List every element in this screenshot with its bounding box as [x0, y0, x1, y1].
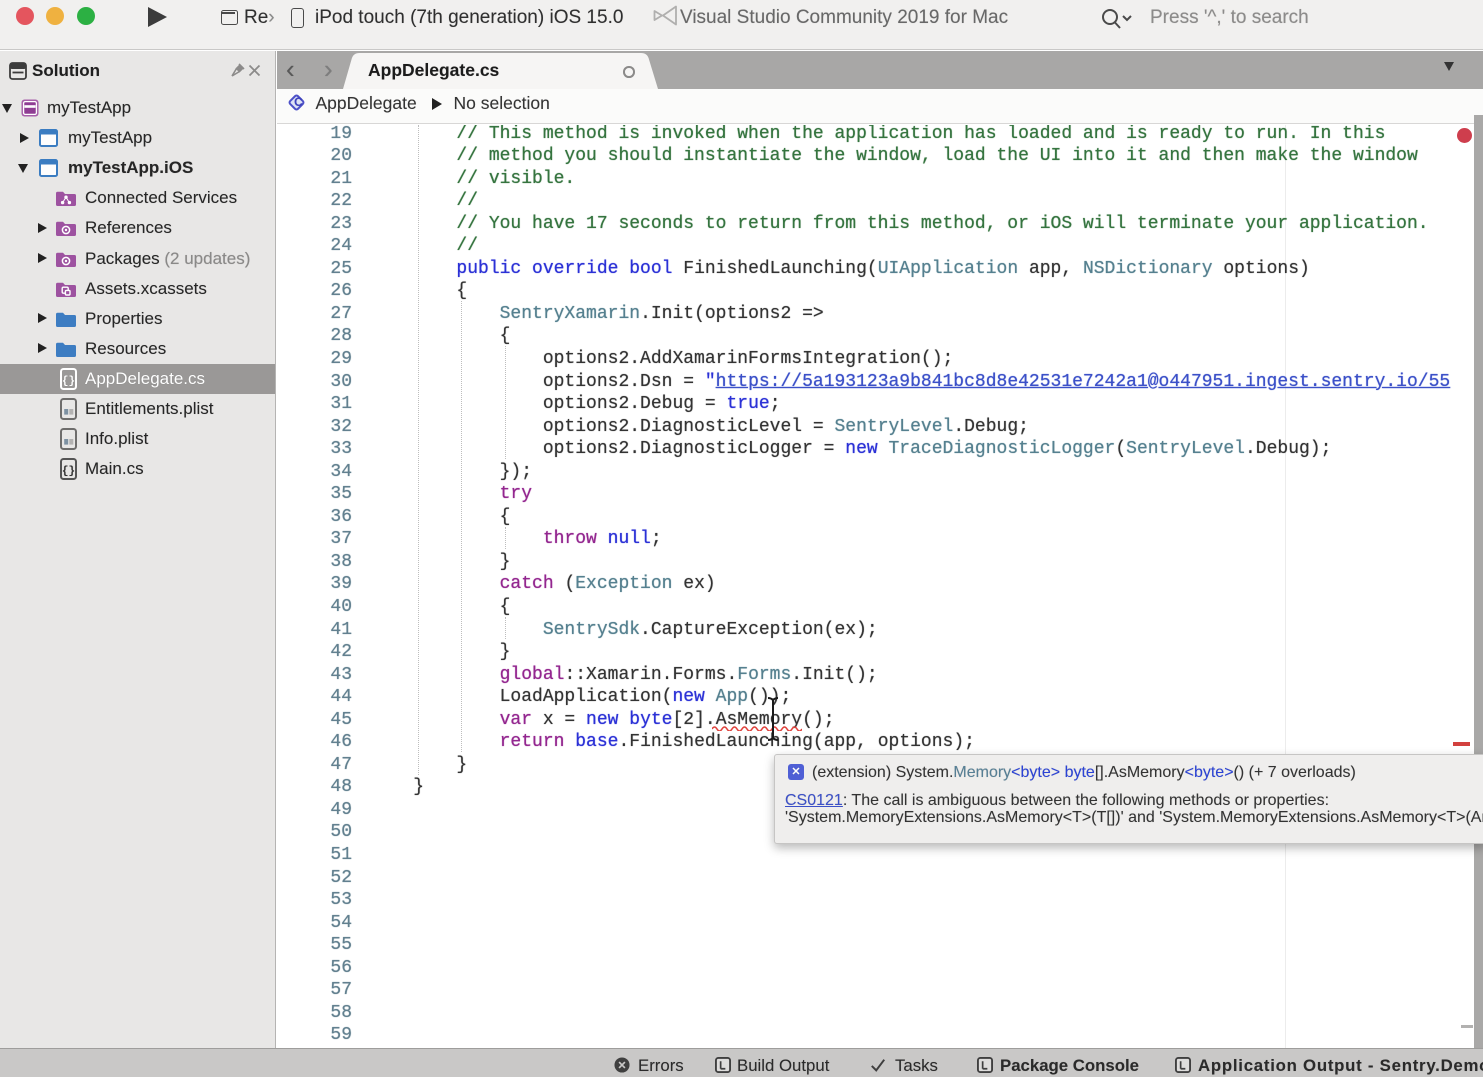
svg-text:{}: {} — [62, 375, 75, 387]
svg-text:{}: {} — [62, 466, 75, 478]
